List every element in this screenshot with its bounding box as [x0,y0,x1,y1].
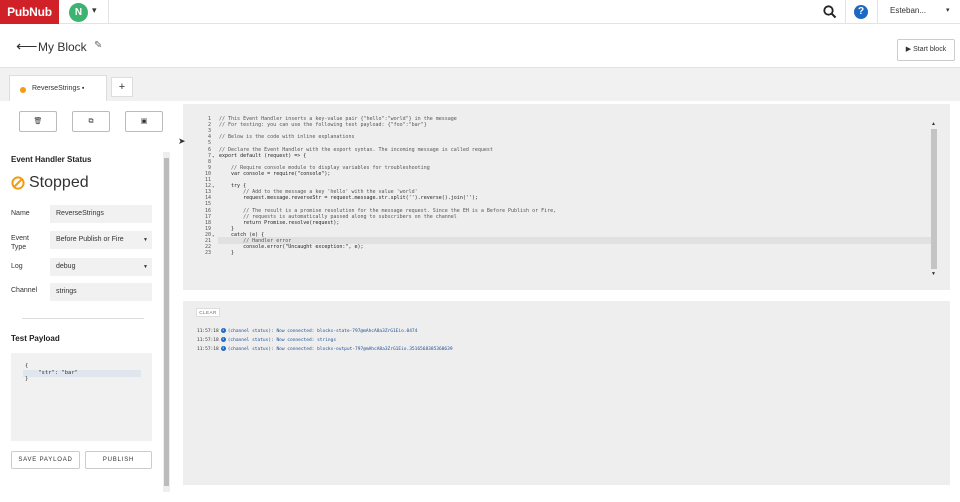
event-type-value: Before Publish or Fire [56,236,124,243]
page-title: My Block [38,40,87,54]
tab-strip: ReverseStrings ▪ + [0,67,960,102]
event-type-label-line1: Event [11,235,29,242]
status-title: Event Handler Status [11,155,92,164]
scroll-up-icon[interactable]: ▲ [931,121,936,127]
divider [22,318,144,319]
add-tab-button[interactable]: + [111,77,133,97]
event-type-select[interactable]: Before Publish or Fire ▼ [50,231,152,249]
log-entry: 11:57:18 i (channel status): Now connected… [197,328,417,335]
publish-button[interactable]: PUBLISH [85,451,152,469]
code-line[interactable]: 23 } [191,250,931,257]
play-icon: ▶ [905,46,912,53]
tab-label: ReverseStrings [32,85,80,92]
start-block-label: Start block [913,46,947,53]
pubnub-logo[interactable]: PubNub [0,0,59,24]
duplicate-button[interactable]: ⧉ [72,111,110,132]
test-payload-title: Test Payload [11,334,60,343]
test-payload-editor[interactable]: { "str": "bar" } [11,353,152,441]
scrollbar-thumb[interactable] [931,129,937,269]
save-button[interactable]: ▣ [125,111,163,132]
name-value: ReverseStrings [56,210,104,217]
log-timestamp: 11:57:18 [197,347,219,352]
trash-icon: 🗑 [33,118,43,125]
name-field[interactable]: ReverseStrings [50,205,152,223]
editor-scrollbar[interactable]: ▲ ▼ [931,121,937,279]
log-message: (channel status): Now connected: blocks-… [227,329,418,334]
info-icon: i [220,328,226,333]
stopped-icon [11,176,25,190]
log-entry: 11:57:18 i (channel status): Now connected… [197,337,336,344]
pencil-icon[interactable]: ✎ [94,40,102,51]
mouse-pointer-icon: ➤ [178,136,186,146]
caret-down-icon: ▼ [143,237,148,243]
copy-icon: ⧉ [88,118,94,125]
log-timestamp: 11:57:18 [197,338,219,343]
info-icon: i [220,337,226,342]
chevron-down-icon[interactable]: ▾ [92,5,97,16]
caret-down-icon: ▼ [143,264,148,270]
divider [845,0,846,24]
search-icon[interactable] [822,4,838,20]
clear-button[interactable]: CLEAR [196,308,220,317]
log-select[interactable]: debug ▼ [50,258,152,276]
name-label: Name [11,210,30,217]
code-editor-panel: 1// This Event Handler inserts a key-val… [183,104,950,290]
line-number: 23 [204,250,211,257]
payload-text: { "str": "bar" } [25,363,78,382]
save-icon: ▣ [140,118,148,125]
start-block-button[interactable]: ▶ Start block [897,39,955,61]
channel-label: Channel [11,287,38,294]
code-text: } [219,250,235,257]
account-avatar[interactable]: N [69,3,88,22]
channel-value: strings [56,288,77,295]
tab-reversestrings[interactable]: ReverseStrings ▪ [9,75,107,102]
status-dot-icon [20,87,26,93]
top-bar: PubNub N ▾ ? Esteban... ▾ [0,0,960,24]
divider [108,0,109,24]
info-icon: i [220,346,226,351]
log-value: debug [56,263,76,270]
help-icon[interactable]: ? [854,5,868,19]
close-icon[interactable]: ▪ [82,85,84,92]
scrollbar-thumb[interactable] [164,158,169,486]
console-panel: CLEAR 11:57:18 i (channel status): Now con… [183,301,950,485]
event-type-label: Event Type [11,234,29,252]
code-editor[interactable]: 1// This Event Handler inserts a key-val… [191,112,941,285]
user-menu[interactable]: Esteban... [890,6,926,15]
log-message: (channel status): Now connected: strings [227,338,337,343]
scroll-down-icon[interactable]: ▼ [931,271,936,277]
chevron-down-icon[interactable]: ▾ [946,6,950,14]
event-type-label-line2: Type [11,244,27,251]
log-message: (channel status): Now connected: blocks-… [227,347,453,352]
left-panel-scrollbar[interactable] [163,152,170,492]
divider [877,0,878,24]
log-label: Log [11,263,23,270]
back-arrow-icon[interactable]: ⟵ [16,39,38,54]
channel-field[interactable]: strings [50,283,152,301]
log-timestamp: 11:57:18 [197,329,219,334]
save-payload-button[interactable]: SAVE PAYLOAD [11,451,80,469]
status-text: Stopped [29,174,89,191]
delete-button[interactable]: 🗑 [19,111,57,132]
log-entry: 11:57:18 i (channel status): Now connected… [197,346,453,353]
